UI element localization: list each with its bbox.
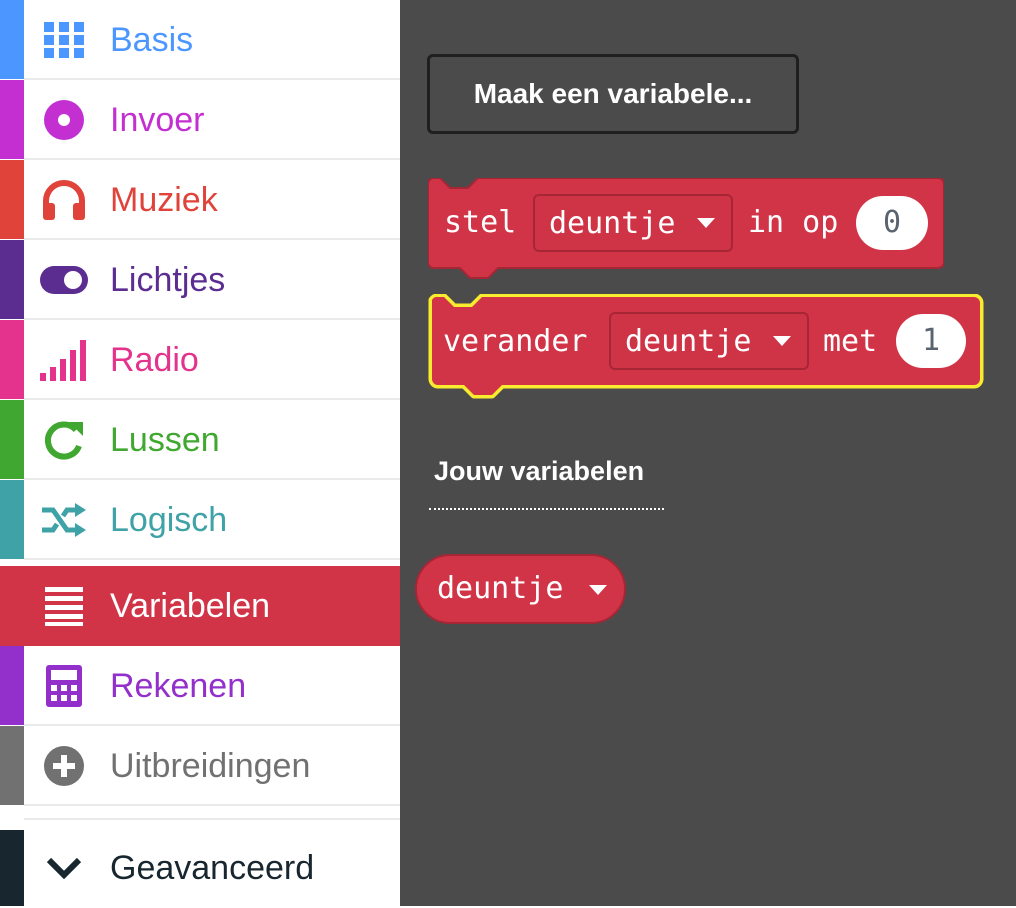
- category-lichtjes[interactable]: Lichtjes: [0, 240, 400, 320]
- category-color-stripe: [0, 830, 24, 906]
- category-rekenen[interactable]: Rekenen: [0, 646, 400, 726]
- calculator-icon: [40, 665, 88, 707]
- variable-dropdown[interactable]: deuntje: [609, 312, 809, 370]
- category-label: Rekenen: [110, 667, 247, 705]
- value-input[interactable]: 0: [856, 196, 928, 250]
- toolbox-sidebar: Basis Invoer Muziek Lichtjes Radio Lusse…: [0, 0, 400, 906]
- category-variabelen[interactable]: Variabelen: [0, 566, 400, 646]
- category-label: Logisch: [110, 501, 228, 539]
- headphones-icon: [40, 179, 88, 221]
- your-variables-label: Jouw variabelen: [434, 456, 645, 486]
- variable-dropdown[interactable]: deuntje: [533, 194, 733, 252]
- category-label: Lichtjes: [110, 261, 226, 299]
- divider: [24, 804, 400, 806]
- category-color-stripe: [0, 726, 24, 805]
- category-basis[interactable]: Basis: [0, 0, 400, 80]
- divider: [24, 818, 400, 820]
- category-color-stripe: [0, 320, 24, 399]
- block-keyword-in-op: in op: [748, 205, 839, 240]
- circle-target-icon: [40, 99, 88, 141]
- block-keyword-verander: verander: [443, 324, 588, 359]
- dropdown-caret-icon: [773, 336, 791, 346]
- category-logisch[interactable]: Logisch: [0, 480, 400, 560]
- refresh-icon: [40, 419, 88, 461]
- divider: [429, 508, 664, 510]
- category-label: Radio: [110, 341, 199, 379]
- dropdown-caret-icon: [697, 218, 715, 228]
- dropdown-value: deuntje: [625, 324, 752, 359]
- toggle-icon: [40, 259, 88, 301]
- category-label: Uitbreidingen: [110, 747, 311, 785]
- category-label: Invoer: [110, 101, 205, 139]
- category-label: Basis: [110, 21, 194, 59]
- make-variable-button[interactable]: Maak een variabele...: [427, 54, 799, 134]
- category-label: Variabelen: [110, 587, 271, 625]
- dropdown-value: deuntje: [549, 206, 676, 241]
- signal-bars-icon: [40, 339, 88, 381]
- value-input[interactable]: 1: [896, 314, 966, 368]
- blocks-flyout: Maak een variabele... stel deuntje in op…: [400, 0, 1016, 906]
- change-variable-block[interactable]: verander deuntje met 1: [426, 294, 986, 406]
- grid-icon: [40, 19, 88, 61]
- category-color-stripe: [0, 480, 24, 559]
- shuffle-icon: [40, 499, 88, 541]
- block-keyword-stel: stel: [444, 205, 517, 240]
- category-radio[interactable]: Radio: [0, 320, 400, 400]
- category-color-stripe: [0, 240, 24, 319]
- category-uitbreidingen[interactable]: Uitbreidingen: [0, 726, 400, 806]
- dropdown-caret-icon: [589, 585, 607, 595]
- category-color-stripe: [0, 400, 24, 479]
- set-variable-block[interactable]: stel deuntje in op 0: [428, 178, 944, 282]
- variable-name: deuntje: [437, 571, 564, 606]
- category-lussen[interactable]: Lussen: [0, 400, 400, 480]
- lines-icon: [40, 585, 88, 627]
- category-label: Lussen: [110, 421, 220, 459]
- divider: [24, 558, 400, 560]
- category-color-stripe: [0, 646, 24, 725]
- category-color-stripe: [0, 0, 24, 79]
- category-label: Muziek: [110, 181, 218, 219]
- category-geavanceerd[interactable]: Geavanceerd: [0, 818, 400, 906]
- category-muziek[interactable]: Muziek: [0, 160, 400, 240]
- plus-circle-icon: [40, 745, 88, 787]
- category-color-stripe: [0, 160, 24, 239]
- block-keyword-met: met: [823, 324, 878, 359]
- category-label: Geavanceerd: [110, 849, 315, 887]
- category-invoer[interactable]: Invoer: [0, 80, 400, 160]
- chevron-down-icon: [40, 846, 88, 890]
- variable-reporter-block[interactable]: deuntje: [415, 554, 626, 624]
- category-color-stripe: [0, 80, 24, 159]
